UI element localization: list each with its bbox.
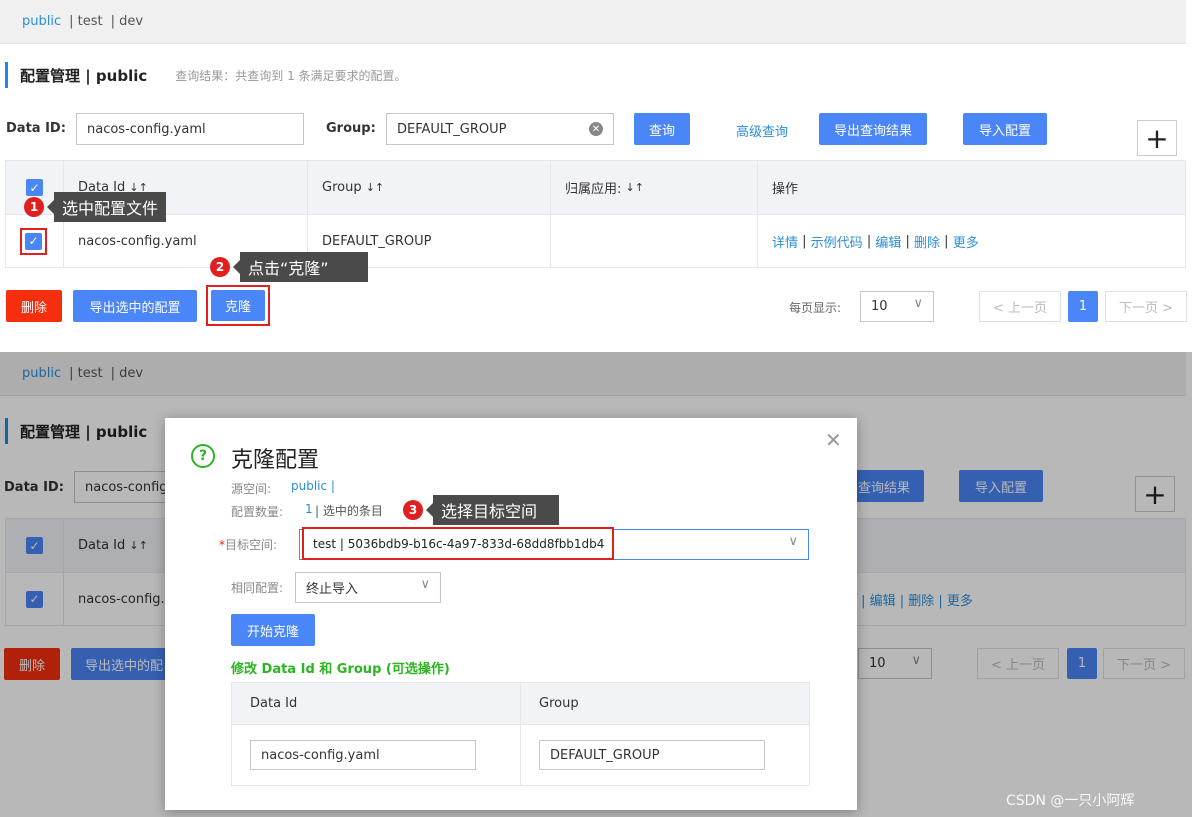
tip-2: 2 点击“克隆” <box>210 252 368 282</box>
close-icon[interactable]: ✕ <box>825 428 842 452</box>
namespace-dev[interactable]: | dev <box>111 14 143 29</box>
modify-dataid-input[interactable]: nacos-config.yaml <box>250 740 476 770</box>
page-title: 配置管理 | public <box>20 66 148 85</box>
step-number: 3 <box>403 500 423 520</box>
page-title-bar: 配置管理 | public 查询结果：共查询到 1 条满足要求的配置。 <box>5 62 407 88</box>
sort-icon[interactable]: ↓↑ <box>366 181 384 194</box>
tip-text: 选中配置文件 <box>62 199 159 218</box>
modify-title: 修改 Data Id 和 Group (可选操作) <box>231 662 450 677</box>
modify-col-dataid: Data Id <box>232 683 521 724</box>
col-actions-label: 操作 <box>772 182 799 197</box>
modify-table: Data Id Group nacos-config.yaml DEFAULT_… <box>231 682 810 786</box>
table-header: ✓ Data Id ↓↑ Group ↓↑ 归属应用: ↓↑ 操作 <box>6 161 1185 215</box>
dataid-value: nacos-config.yaml <box>87 121 206 137</box>
col-group-label: Group <box>322 180 362 195</box>
row-app <box>551 215 758 267</box>
chevron-down-icon: ∨ <box>788 534 798 549</box>
delete-button[interactable]: 删除 <box>6 290 62 322</box>
query-button[interactable]: 查询 <box>634 113 690 145</box>
row-select-cell: ✓ <box>6 215 64 267</box>
modify-col-group: Group <box>539 696 579 711</box>
target-value: test | 5036bdb9-b16c-4a97-833d-68dd8fbb1… <box>313 536 605 551</box>
namespace-test[interactable]: | test <box>69 14 102 29</box>
add-config-button[interactable]: + <box>1137 120 1177 156</box>
action-detail[interactable]: 详情 <box>772 232 798 251</box>
next-page-button[interactable]: 下一页 > <box>1105 291 1187 322</box>
import-config-button[interactable]: 导入配置 <box>963 113 1047 145</box>
chevron-down-icon: ∨ <box>420 577 430 592</box>
help-icon: ? <box>191 444 215 468</box>
group-value: DEFAULT_GROUP <box>397 121 507 137</box>
tip-text: 选择目标空间 <box>441 502 538 521</box>
clone-config-dialog: ✕ ? 克隆配置 源空间: public | 配置数量: 1 | 选中的条目 3… <box>165 418 857 810</box>
col-actions: 操作 <box>758 161 1185 214</box>
group-label: Group: <box>326 121 376 136</box>
watermark: CSDN @一只小阿辉 <box>1006 793 1135 809</box>
modify-dataid-cell: nacos-config.yaml <box>232 725 521 785</box>
clone-button[interactable]: 克隆 <box>211 290 265 321</box>
modify-dataid-value: nacos-config.yaml <box>261 747 380 763</box>
page-size-value: 10 <box>871 299 888 314</box>
action-edit[interactable]: 编辑 <box>875 232 901 251</box>
plus-icon: + <box>1145 121 1169 155</box>
top-panel: public | test | dev 配置管理 | public 查询结果：共… <box>0 0 1192 345</box>
col-group[interactable]: Group ↓↑ <box>308 161 551 214</box>
sort-icon[interactable]: ↓↑ <box>626 181 644 194</box>
source-label: 源空间: <box>231 482 272 496</box>
step-number: 2 <box>210 257 230 277</box>
tip-label: 点击“克隆” <box>233 252 368 282</box>
modify-table-row: nacos-config.yaml DEFAULT_GROUP <box>232 725 809 785</box>
target-label-text: 目标空间: <box>225 538 278 552</box>
dataid-label: Data ID: <box>6 121 66 136</box>
export-selected-button[interactable]: 导出选中的配置 <box>73 290 197 322</box>
page-1-button[interactable]: 1 <box>1068 291 1098 322</box>
row-checkbox[interactable]: ✓ <box>25 232 42 250</box>
advanced-query-link[interactable]: 高级查询 <box>736 121 788 140</box>
modify-group-cell: DEFAULT_GROUP <box>521 725 809 785</box>
step-number: 1 <box>24 197 44 217</box>
row-actions: 详情 | 示例代码 | 编辑 | 删除 | 更多 <box>772 232 979 251</box>
tip-1: 1 选中配置文件 <box>24 192 167 222</box>
target-label: *目标空间: <box>219 538 278 552</box>
action-delete[interactable]: 删除 <box>914 232 940 251</box>
col-app-label: 归属应用: <box>565 182 622 197</box>
target-value-highlight: test | 5036bdb9-b16c-4a97-833d-68dd8fbb1… <box>302 527 614 560</box>
same-config-select[interactable]: 终止导入 ∨ <box>295 572 441 603</box>
result-hint: 查询结果：共查询到 1 条满足要求的配置。 <box>175 68 407 83</box>
namespace-public[interactable]: public <box>22 14 61 29</box>
tip-3: 3 选择目标空间 <box>403 495 559 525</box>
clone-button-highlight: 克隆 <box>206 285 270 326</box>
clear-icon[interactable]: ✕ <box>589 122 603 136</box>
dialog-title: 克隆配置 <box>231 448 320 473</box>
tip-label: 选中配置文件 <box>46 192 167 222</box>
chevron-down-icon: ∨ <box>913 296 923 311</box>
page-size-label: 每页显示: <box>789 301 842 315</box>
modify-group-value: DEFAULT_GROUP <box>550 747 660 763</box>
same-config-label: 相同配置: <box>231 581 284 595</box>
bottom-panel: public | test | dev 配置管理 | public Data I… <box>0 352 1192 817</box>
action-sample-code[interactable]: 示例代码 <box>811 232 863 251</box>
count-label: 配置数量: <box>231 505 284 519</box>
action-more[interactable]: 更多 <box>953 232 979 251</box>
count-suffix: | 选中的条目 <box>315 504 383 518</box>
modify-table-header: Data Id Group <box>232 683 809 725</box>
start-clone-button[interactable]: 开始克隆 <box>231 614 315 646</box>
config-table: ✓ Data Id ↓↑ Group ↓↑ 归属应用: ↓↑ 操作 ✓ naco… <box>5 160 1186 268</box>
source-value: public | <box>291 479 335 493</box>
count-value: 1 <box>305 502 313 516</box>
table-row: ✓ nacos-config.yaml DEFAULT_GROUP 详情 | 示… <box>6 215 1185 267</box>
tip-label: 选择目标空间 <box>426 495 559 525</box>
export-results-button[interactable]: 导出查询结果 <box>819 113 927 145</box>
prev-page-button[interactable]: < 上一页 <box>979 291 1061 322</box>
modify-group-input[interactable]: DEFAULT_GROUP <box>539 740 765 770</box>
page-size-select[interactable]: 10 ∨ <box>860 291 934 322</box>
col-app[interactable]: 归属应用: ↓↑ <box>551 161 758 214</box>
group-input[interactable]: DEFAULT_GROUP ✕ <box>386 113 614 145</box>
namespace-bar: public | test | dev <box>0 0 1186 44</box>
tip-text: 点击“克隆” <box>248 259 329 278</box>
row-checkbox-highlight: ✓ <box>20 227 47 255</box>
dataid-input[interactable]: nacos-config.yaml <box>76 113 304 145</box>
same-config-value: 终止导入 <box>306 582 359 597</box>
